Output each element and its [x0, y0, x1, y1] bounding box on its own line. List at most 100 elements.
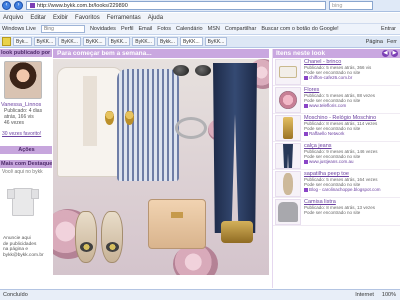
- left-sidebar: look publicado por Vanessa_Linnos Public…: [0, 49, 52, 288]
- shoe-image: [75, 211, 97, 263]
- tab-4[interactable]: ByKK...: [82, 37, 106, 46]
- avatar[interactable]: [4, 61, 42, 99]
- sunglasses-image: [173, 65, 213, 77]
- tab-1[interactable]: Byk...: [13, 37, 32, 46]
- toolbar-item-calendar[interactable]: Calendário: [176, 26, 203, 32]
- toolbar-item-photos[interactable]: Fotos: [157, 26, 171, 32]
- zoom-level[interactable]: 100%: [382, 292, 396, 298]
- item-source-link[interactable]: chiffon-cafe26.com.br: [304, 75, 398, 80]
- actions-header: Ações: [0, 146, 52, 154]
- source-icon: [304, 75, 308, 80]
- shoe-icon: [283, 173, 293, 195]
- forward-button[interactable]: ›: [14, 1, 23, 10]
- item-thumbnail[interactable]: [275, 143, 301, 169]
- ad-line-4: bykk@bykk.com.br: [3, 252, 44, 258]
- status-bar: Concluído Internet 100%: [0, 289, 400, 300]
- list-item[interactable]: Flores Publicado: 5 meses atrás, 88 veze…: [273, 86, 400, 114]
- earring-image: [125, 111, 134, 125]
- shoe-image: [101, 211, 123, 263]
- menu-item-tools[interactable]: Ferramentas: [107, 15, 141, 21]
- earring-image: [105, 111, 114, 125]
- featured-image[interactable]: [0, 180, 52, 236]
- list-item[interactable]: Chanel - brinco Publicado: 5 meses atrás…: [273, 58, 400, 86]
- page-menu-button[interactable]: Página: [366, 39, 383, 45]
- tools-menu-button[interactable]: Ferr: [387, 39, 397, 45]
- item-thumbnail[interactable]: [275, 59, 301, 85]
- address-bar-row: ‹ › http://www.bykk.com.br/looks/229890 …: [0, 0, 400, 12]
- profile-info-3: 46 vezes: [4, 120, 25, 126]
- featured-header: Mais com Destaque: [0, 160, 52, 168]
- tab-8[interactable]: ByKK...: [179, 37, 203, 46]
- tshirt-image: [7, 188, 39, 216]
- favorites-star-icon[interactable]: [2, 37, 11, 46]
- toolbar-item-msn[interactable]: MSN: [208, 26, 220, 32]
- item-thumbnail[interactable]: [275, 87, 301, 113]
- menu-item-edit[interactable]: Editar: [30, 15, 46, 21]
- list-item[interactable]: calça jeans Publicado: 9 meses atrás, 14…: [273, 142, 400, 170]
- tab-9[interactable]: ByKK...: [204, 37, 228, 46]
- tab-2[interactable]: ByKK...: [33, 37, 57, 46]
- page-icon: [30, 3, 35, 8]
- jeans-icon: [283, 144, 293, 168]
- bag-icon: [279, 66, 297, 78]
- source-icon: [304, 159, 308, 164]
- sign-in-link[interactable]: Entrar: [381, 26, 400, 32]
- menu-item-favorites[interactable]: Favoritos: [75, 15, 100, 21]
- items-title: Itens neste look: [276, 50, 326, 57]
- item-source-link[interactable]: Raffaello Network: [304, 131, 398, 136]
- tab-7[interactable]: Bykk...: [156, 37, 178, 46]
- list-item[interactable]: sapatilha peep toe Publicado: 5 meses at…: [273, 170, 400, 198]
- list-item[interactable]: Camisa listra Publicado: 8 meses atrás, …: [273, 198, 400, 226]
- tab-3[interactable]: ByKK...: [58, 37, 81, 46]
- profile-header: look publicado por: [0, 49, 52, 57]
- favorites-count-link[interactable]: 30 vezes favorito!: [0, 131, 52, 137]
- next-arrow-icon[interactable]: ▶: [391, 50, 398, 57]
- windows-live-toolbar: Windows Live Bing Novidades Perfil Email…: [0, 23, 400, 35]
- toolbar-item-news[interactable]: Novidades: [90, 26, 116, 32]
- list-item[interactable]: Moschino - Relógio Moschino Publicado: 8…: [273, 114, 400, 142]
- striped-shirt-image: [117, 69, 179, 181]
- toolbar-item-email[interactable]: Email: [138, 26, 152, 32]
- address-text: http://www.bykk.com.br/looks/229890: [37, 2, 128, 9]
- menu-item-file[interactable]: Arquivo: [3, 15, 23, 21]
- items-panel: Itens neste look ◀ ▶ Chanel - brinco Pub…: [272, 49, 400, 288]
- toolbar-search-input[interactable]: Bing: [40, 25, 85, 33]
- prev-arrow-icon[interactable]: ◀: [382, 50, 389, 57]
- back-button[interactable]: ‹: [2, 1, 11, 10]
- item-found-label: Pode ser encontrado no site: [304, 210, 361, 215]
- flower-icon: [279, 91, 297, 109]
- menu-bar: Arquivo Editar Exibir Favoritos Ferramen…: [0, 13, 400, 23]
- look-panel: Para começar bem a semana...: [53, 49, 269, 288]
- tab-6[interactable]: ByKK...: [132, 37, 155, 46]
- watch-image: [175, 117, 207, 139]
- google-search-button[interactable]: Buscar com o botão do Google!: [261, 26, 338, 32]
- menu-item-view[interactable]: Exibir: [53, 15, 68, 21]
- toolbar-item-share[interactable]: Compartilhar: [225, 26, 256, 32]
- tab-commands: Página Ferr: [366, 39, 400, 45]
- bracelet-image: [221, 221, 253, 243]
- look-collage[interactable]: [53, 59, 269, 275]
- clutch-image: [148, 199, 206, 249]
- toolbar-item-profile[interactable]: Perfil: [121, 26, 134, 32]
- tab-bar: Byk... ByKK... ByKK... ByKK... ByKK... B…: [0, 36, 400, 48]
- item-thumbnail[interactable]: [275, 199, 301, 225]
- item-source-link[interactable]: Blog - carolinachoppe.blogspot.com: [304, 187, 398, 192]
- item-source-link[interactable]: www.telefloris.com: [304, 103, 398, 108]
- tab-5[interactable]: ByKK...: [107, 37, 131, 46]
- search-input[interactable]: bing: [329, 1, 373, 10]
- internet-zone-label: Internet: [355, 292, 374, 298]
- source-icon: [304, 103, 308, 108]
- item-source-link[interactable]: www.justjeans.com.au: [304, 159, 398, 164]
- item-thumbnail[interactable]: [275, 171, 301, 197]
- menu-item-help[interactable]: Ajuda: [148, 15, 163, 21]
- status-text: Concluído: [3, 292, 28, 298]
- source-icon: [304, 187, 308, 192]
- featured-text[interactable]: Você aqui no bykk: [0, 168, 52, 176]
- look-title: Para começar bem a semana...: [53, 49, 269, 58]
- item-thumbnail[interactable]: [275, 115, 301, 141]
- windows-live-label[interactable]: Windows Live: [2, 26, 36, 32]
- items-nav: ◀ ▶: [382, 50, 400, 57]
- items-header: Itens neste look ◀ ▶: [273, 49, 400, 58]
- address-input[interactable]: http://www.bykk.com.br/looks/229890: [26, 1, 326, 10]
- source-icon: [304, 131, 308, 136]
